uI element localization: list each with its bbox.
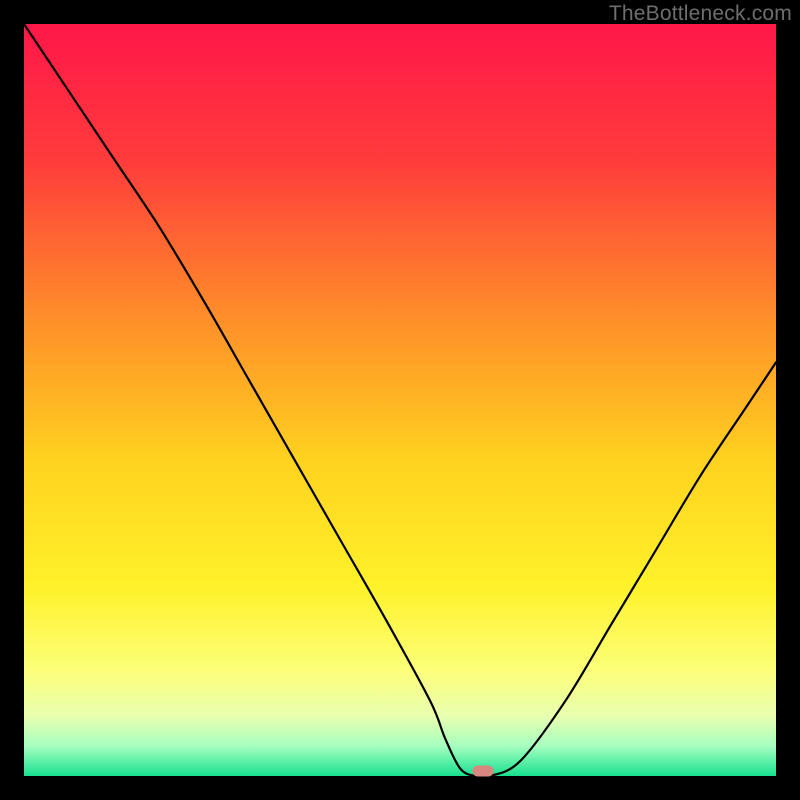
watermark-text: TheBottleneck.com <box>609 2 792 26</box>
bottleneck-marker <box>472 766 493 777</box>
chart-frame: { "watermark": "TheBottleneck.com", "cha… <box>0 0 800 800</box>
bottleneck-chart <box>24 24 776 776</box>
chart-background-gradient <box>24 24 776 776</box>
